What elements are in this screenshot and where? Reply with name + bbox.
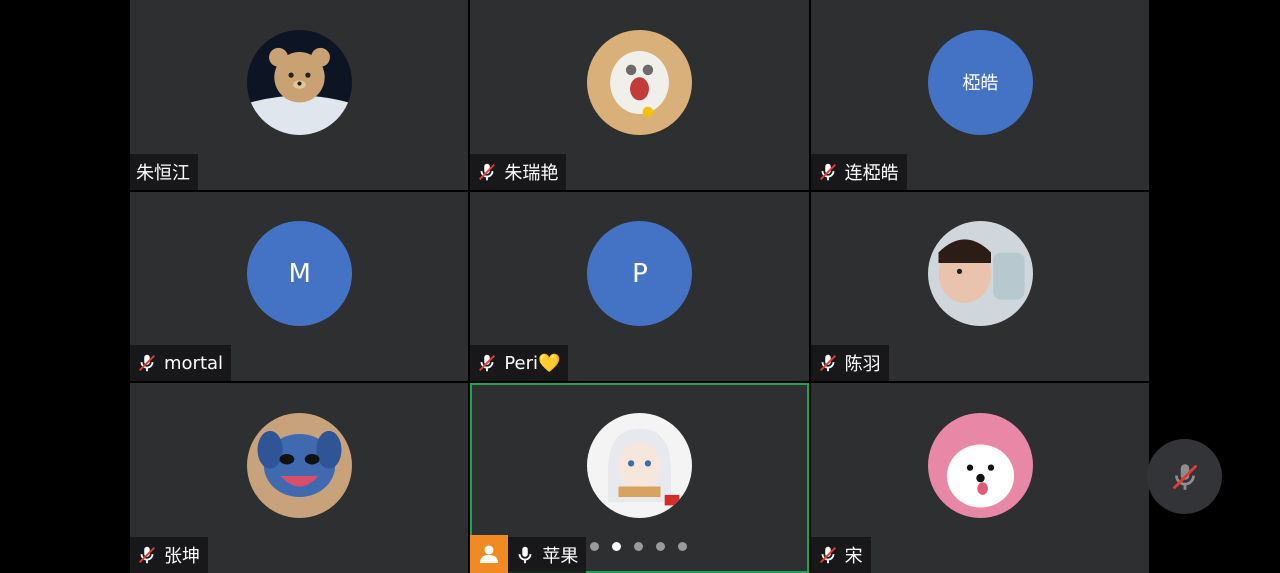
avatar — [247, 413, 353, 519]
name-bar: 宋 — [810, 537, 871, 573]
participant-tile[interactable]: 朱恒江 — [130, 0, 469, 190]
avatar — [587, 413, 693, 519]
avatar — [247, 29, 353, 135]
mic-muted-icon — [1172, 463, 1197, 490]
avatar: 椏皓 — [927, 29, 1033, 135]
page-dot[interactable] — [590, 542, 600, 551]
participant-name: 苹果 — [542, 546, 579, 567]
participant-name: 宋 — [844, 546, 863, 567]
mic-muted-icon — [817, 161, 839, 183]
video-grid: 朱恒江 朱瑞艳 椏皓 连椏皓 M mortal P Peri💛 陈羽 张坤 苹果… — [130, 0, 1149, 573]
avatar: P — [587, 221, 693, 327]
page-dot[interactable] — [656, 542, 666, 551]
participant-name: mortal — [164, 352, 224, 374]
avatar — [587, 29, 693, 135]
participant-name: 连椏皓 — [844, 162, 899, 184]
avatar — [927, 221, 1033, 327]
name-bar: mortal — [130, 345, 232, 382]
mic-icon — [514, 544, 536, 566]
name-bar: Peri💛 — [470, 345, 569, 382]
participant-name: Peri💛 — [504, 352, 561, 374]
participant-tile[interactable]: 椏皓 连椏皓 — [810, 0, 1149, 190]
page-dot-active[interactable] — [612, 542, 622, 551]
participant-tile[interactable]: 宋 — [810, 383, 1149, 573]
participant-name: 朱恒江 — [136, 162, 190, 184]
mic-muted-icon — [476, 161, 498, 183]
participant-name: 陈羽 — [844, 354, 881, 376]
avatar: M — [247, 221, 353, 327]
participant-tile-self[interactable]: 苹果 — [470, 383, 809, 573]
participant-tile[interactable]: P Peri💛 — [470, 191, 809, 382]
mic-muted-icon — [136, 352, 158, 374]
participant-tile[interactable]: 陈羽 — [810, 191, 1149, 382]
person-icon — [480, 545, 499, 563]
name-bar: 陈羽 — [810, 345, 889, 382]
mic-muted-icon — [817, 352, 839, 374]
name-bar: 苹果 — [508, 537, 587, 573]
mic-muted-icon — [476, 352, 498, 374]
page-indicator[interactable] — [590, 542, 688, 551]
participant-tile[interactable]: 朱瑞艳 — [470, 0, 809, 190]
participant-tile[interactable]: M mortal — [130, 191, 469, 382]
name-bar: 朱瑞艳 — [470, 153, 567, 190]
participant-name: 张坤 — [164, 546, 200, 567]
participant-tile[interactable]: 张坤 — [130, 383, 469, 573]
mute-toggle-button[interactable] — [1147, 439, 1222, 514]
name-bar: 张坤 — [130, 537, 208, 573]
mic-muted-icon — [817, 544, 839, 566]
self-badge — [470, 535, 509, 573]
page-dot[interactable] — [634, 542, 644, 551]
page-dot[interactable] — [678, 542, 688, 551]
participant-name: 朱瑞艳 — [504, 162, 559, 184]
name-bar: 朱恒江 — [130, 153, 198, 190]
avatar — [927, 413, 1033, 519]
name-bar: 连椏皓 — [810, 153, 907, 190]
mic-muted-icon — [136, 544, 158, 566]
